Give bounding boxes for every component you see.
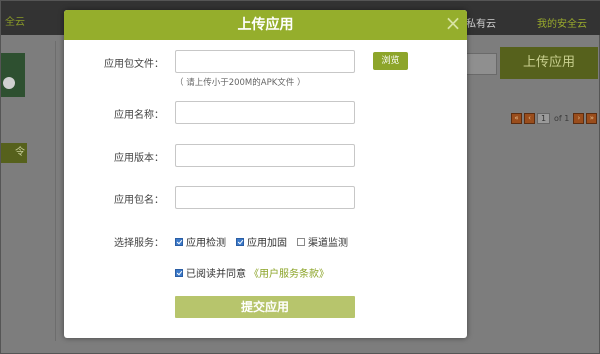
prev-page-icon[interactable]: ‹ — [524, 113, 535, 124]
first-page-icon[interactable]: « — [511, 113, 522, 124]
service-detect-label: 应用检测 — [186, 238, 226, 249]
sidebar-divider — [55, 41, 56, 341]
brand-logo-text: 全云 — [5, 17, 25, 28]
app-version-label: 应用版本： — [114, 153, 164, 164]
services-label: 选择服务： — [114, 238, 164, 249]
browse-button[interactable]: 浏览 — [373, 52, 408, 70]
app-name-field[interactable] — [175, 101, 355, 124]
submit-app-button[interactable]: 提交应用 — [175, 296, 355, 318]
service-detect-checkbox[interactable] — [175, 237, 183, 246]
file-label: 应用包文件： — [104, 59, 164, 70]
terms-link[interactable]: 《用户服务条款》 — [249, 265, 329, 280]
page-total: of 1 — [554, 114, 570, 123]
package-name-field[interactable] — [175, 186, 355, 209]
dialog-title: 上传应用 — [237, 17, 294, 33]
dialog-header: 上传应用 × — [64, 10, 467, 40]
side-action-button[interactable]: 令 — [1, 143, 27, 163]
agreement-row: 已阅读并同意 《用户服务条款》 — [175, 265, 329, 280]
nav-my-cloud[interactable]: 我的安全云 — [537, 15, 587, 30]
file-hint: （ 请上传小于200M的APK文件 ） — [175, 78, 306, 88]
service-harden-checkbox[interactable] — [236, 237, 244, 246]
last-page-icon[interactable]: » — [586, 113, 598, 124]
file-field[interactable] — [175, 50, 355, 73]
page-number-input[interactable]: 1 — [537, 113, 550, 124]
service-option-channel[interactable]: 渠道监测 — [297, 234, 348, 249]
agree-checkbox[interactable] — [175, 268, 183, 277]
app-name-label: 应用名称： — [114, 110, 164, 121]
service-option-detect[interactable]: 应用检测 — [175, 234, 226, 249]
next-page-icon[interactable]: › — [573, 113, 585, 124]
service-option-harden[interactable]: 应用加固 — [236, 234, 287, 249]
app-version-field[interactable] — [175, 144, 355, 167]
nav-private-cloud[interactable]: 私有云 — [466, 15, 496, 30]
service-channel-label: 渠道监测 — [308, 238, 348, 249]
services-options: 应用检测 应用加固 渠道监测 — [175, 234, 348, 249]
service-channel-checkbox[interactable] — [297, 237, 305, 246]
search-input[interactable] — [467, 53, 497, 75]
close-icon[interactable]: × — [443, 13, 463, 33]
agree-text: 已阅读并同意 — [186, 269, 246, 280]
package-name-label: 应用包名： — [114, 195, 164, 206]
upload-app-dialog: 上传应用 × 应用包文件： 浏览 （ 请上传小于200M的APK文件 ） 应用名… — [64, 10, 467, 338]
pagination: « ‹ 1 of 1 › » — [511, 113, 598, 124]
app-thumbnail — [1, 53, 25, 97]
service-harden-label: 应用加固 — [247, 238, 287, 249]
upload-app-button[interactable]: 上传应用 — [500, 47, 598, 79]
